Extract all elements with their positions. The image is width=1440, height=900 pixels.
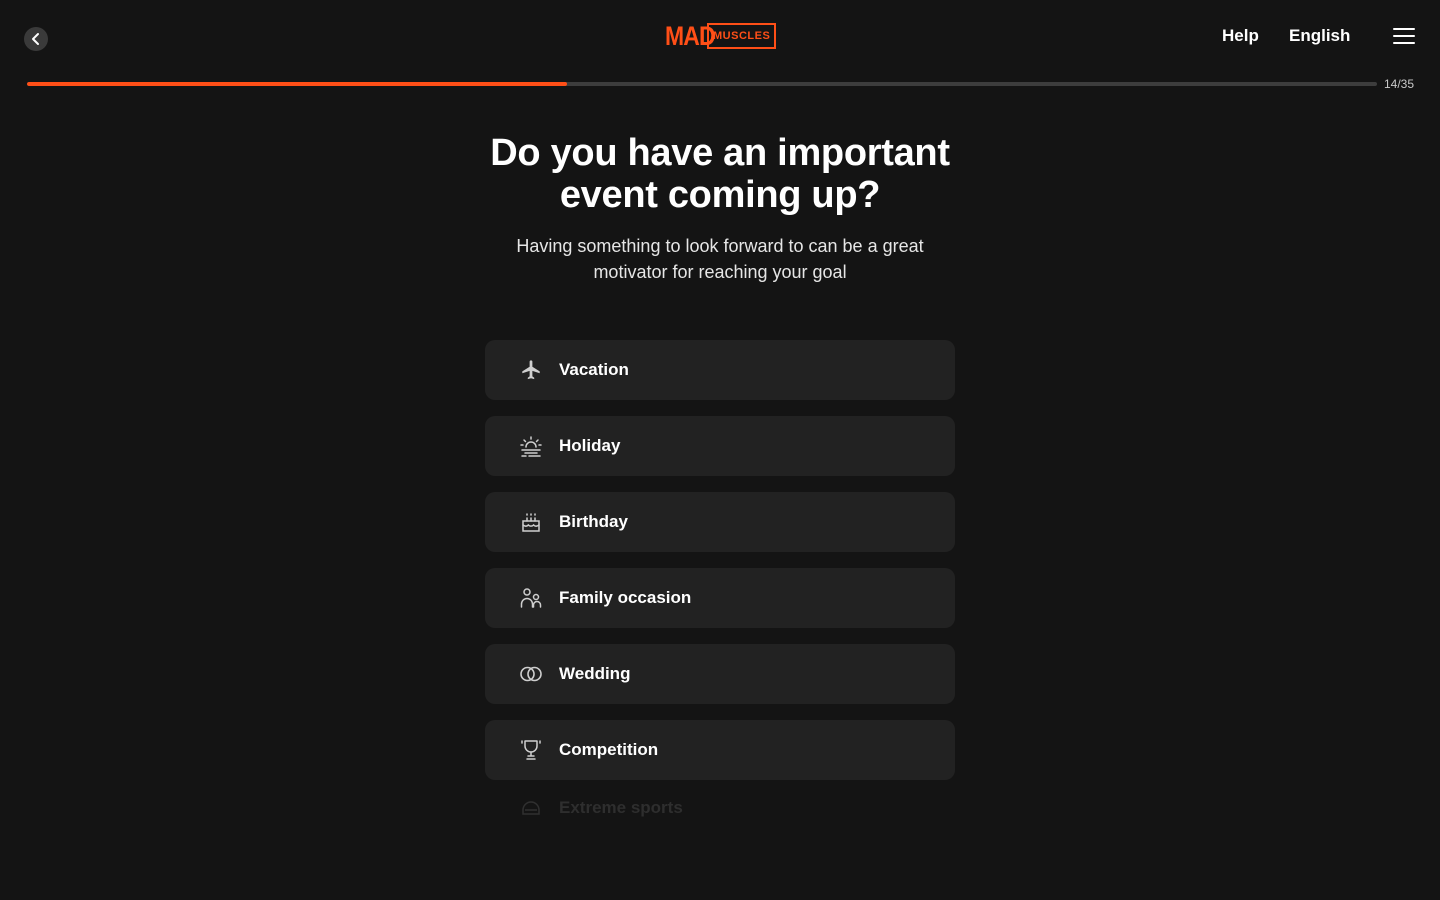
option-wedding[interactable]: Wedding	[485, 644, 955, 704]
airplane-icon	[519, 358, 543, 382]
hamburger-menu-icon[interactable]	[1393, 27, 1415, 45]
cake-icon	[519, 510, 543, 534]
help-link[interactable]: Help	[1222, 26, 1259, 46]
option-label: Competition	[559, 740, 659, 759]
chevron-left-icon	[32, 33, 39, 45]
logo-mad-text: MAD	[665, 21, 716, 51]
header: MAD MUSCLES Help English	[0, 0, 1440, 72]
option-family-occasion[interactable]: Family occasion	[485, 568, 955, 628]
option-competition[interactable]: Competition	[485, 720, 955, 780]
back-button[interactable]	[24, 27, 48, 51]
option-label: Holiday	[559, 436, 621, 455]
option-label: Vacation	[559, 360, 629, 379]
progress-counter: 14/35	[1384, 77, 1415, 91]
helmet-icon	[519, 796, 543, 820]
option-holiday[interactable]: Holiday	[485, 416, 955, 476]
page-subtitle: Having something to look forward to can …	[516, 236, 924, 282]
rings-icon	[519, 662, 543, 686]
option-label: Family occasion	[559, 588, 692, 607]
option-vacation[interactable]: Vacation	[485, 340, 955, 400]
option-label: Wedding	[559, 664, 631, 683]
option-birthday[interactable]: Birthday	[485, 492, 955, 552]
language-selector[interactable]: English	[1289, 26, 1350, 46]
option-list: Vacation Holiday Birthday Family occasio…	[485, 340, 955, 852]
sunrise-icon	[519, 434, 543, 458]
logo[interactable]: MAD MUSCLES	[665, 21, 777, 51]
people-icon	[519, 586, 543, 610]
option-extreme-sports[interactable]: Extreme sports	[485, 780, 955, 836]
page-title: Do you have an important event coming up…	[490, 132, 950, 216]
logo-muscles-text: MUSCLES	[707, 23, 777, 49]
progress-bar	[27, 82, 1377, 86]
trophy-icon	[519, 738, 543, 762]
option-label: Birthday	[559, 512, 628, 531]
progress-bar-fill	[27, 82, 567, 86]
option-label: Extreme sports	[559, 798, 683, 817]
